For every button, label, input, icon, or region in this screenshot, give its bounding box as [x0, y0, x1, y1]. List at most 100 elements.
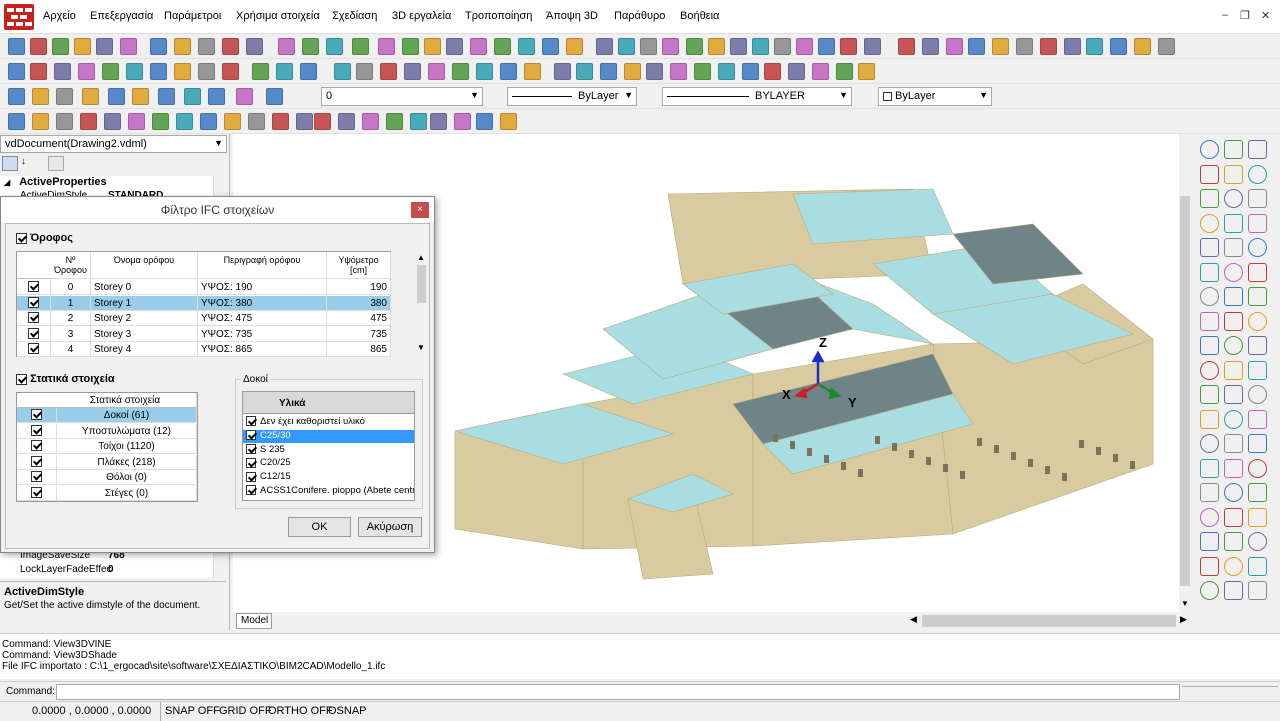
right-tool-icon[interactable]	[1248, 287, 1267, 306]
column-header[interactable]: Nº Όροφου	[51, 252, 91, 279]
menu-draw[interactable]: Σχεδίαση	[332, 10, 377, 22]
toolbar-tool-icon[interactable]	[424, 38, 441, 55]
toolbar-tool-icon[interactable]	[380, 63, 397, 80]
toolbar-tool-icon[interactable]	[8, 88, 25, 105]
toolbar-tool-icon[interactable]	[730, 38, 747, 55]
osnap-toggle[interactable]: OSNAP	[328, 705, 367, 717]
scroll-right-icon[interactable]: ▶	[1180, 614, 1187, 625]
toolbar-tool-icon[interactable]	[386, 113, 403, 130]
menu-parameters[interactable]: Παράμετροι	[164, 10, 221, 22]
toolbar-tool-icon[interactable]	[246, 38, 263, 55]
toolbar-tool-icon[interactable]	[694, 63, 711, 80]
right-tool-icon[interactable]	[1224, 140, 1243, 159]
right-tool-icon[interactable]	[1248, 385, 1267, 404]
right-tool-icon[interactable]	[1200, 287, 1219, 306]
right-tool-icon[interactable]	[1200, 507, 1219, 527]
lineweight-select[interactable]: BYLAYER ▼	[662, 87, 852, 106]
right-tool-icon[interactable]	[1200, 385, 1219, 404]
toolbar-tool-icon[interactable]	[176, 113, 193, 130]
toolbar-tool-icon[interactable]	[992, 38, 1009, 55]
column-header[interactable]: Όνομα ορόφου	[91, 252, 198, 279]
scroll-thumb[interactable]	[417, 265, 426, 303]
right-tool-icon[interactable]	[1200, 164, 1219, 184]
toolbar-tool-icon[interactable]	[52, 38, 69, 55]
checkbox-checked-icon[interactable]	[246, 444, 256, 455]
right-tool-icon[interactable]	[1248, 262, 1267, 282]
toolbar-tool-icon[interactable]	[524, 63, 541, 80]
toolbar-tool-icon[interactable]	[150, 38, 167, 55]
checkbox-checked-icon[interactable]	[246, 457, 256, 468]
toolbar-tool-icon[interactable]	[686, 38, 703, 55]
column-header[interactable]: Στατικά στοιχεία	[17, 393, 197, 408]
layer-select[interactable]: 0 ▼	[321, 87, 483, 106]
right-tool-icon[interactable]	[1200, 434, 1219, 453]
toolbar-tool-icon[interactable]	[600, 63, 617, 80]
property-row[interactable]: LockLayerFadeEffec 0	[0, 564, 226, 578]
toolbar-tool-icon[interactable]	[184, 88, 201, 105]
toolbar-tool-icon[interactable]	[446, 38, 463, 55]
toolbar-tool-icon[interactable]	[640, 38, 657, 55]
toolbar-tool-icon[interactable]	[378, 38, 395, 55]
toolbar-tool-icon[interactable]	[208, 88, 225, 105]
row-checkbox[interactable]	[17, 454, 57, 470]
right-tool-icon[interactable]	[1248, 458, 1267, 478]
toolbar-tool-icon[interactable]	[922, 38, 939, 55]
toolbar-tool-icon[interactable]	[252, 63, 269, 80]
right-tool-icon[interactable]	[1248, 434, 1267, 453]
table-row[interactable]: 3 Storey 3 ΥΨΟΣ: 735 735	[17, 326, 391, 342]
categorized-icon[interactable]	[2, 156, 18, 171]
menu-file[interactable]: Αρχείο	[43, 10, 76, 22]
right-tool-icon[interactable]	[1200, 213, 1219, 233]
toolbar-tool-icon[interactable]	[120, 38, 137, 55]
toolbar-tool-icon[interactable]	[276, 63, 293, 80]
horizontal-scroll-thumb[interactable]	[922, 615, 1176, 627]
toolbar-tool-icon[interactable]	[670, 63, 687, 80]
linetype-select[interactable]: ByLayer ▼	[507, 87, 637, 106]
toolbar-tool-icon[interactable]	[104, 113, 121, 130]
toolbar-tool-icon[interactable]	[1064, 38, 1081, 55]
toolbar-tool-icon[interactable]	[30, 63, 47, 80]
toolbar-tool-icon[interactable]	[362, 113, 379, 130]
table-row[interactable]: Θόλοι (0)	[17, 470, 197, 485]
horizontal-scrollbar[interactable]: ◀ ▶	[910, 613, 1188, 629]
toolbar-tool-icon[interactable]	[78, 63, 95, 80]
right-tool-icon[interactable]	[1248, 581, 1267, 600]
toolbar-tool-icon[interactable]	[430, 113, 447, 130]
table-row[interactable]: Υποστυλώματα (12)	[17, 423, 197, 439]
toolbar-tool-icon[interactable]	[32, 88, 49, 105]
toolbar-tool-icon[interactable]	[80, 113, 97, 130]
material-row[interactable]: C20/25	[243, 457, 414, 471]
toolbar-tool-icon[interactable]	[500, 63, 517, 80]
toolbar-tool-icon[interactable]	[968, 38, 985, 55]
toolbar-tool-icon[interactable]	[8, 63, 25, 80]
toolbar-tool-icon[interactable]	[410, 113, 427, 130]
right-tool-icon[interactable]	[1200, 189, 1219, 208]
row-checkbox[interactable]	[17, 326, 51, 342]
menu-help[interactable]: Βοήθεια	[680, 10, 719, 22]
right-tool-icon[interactable]	[1200, 532, 1219, 551]
menu-modify[interactable]: Τροποποίηση	[465, 10, 532, 22]
right-tool-icon[interactable]	[1224, 483, 1243, 502]
toolbar-tool-icon[interactable]	[222, 38, 239, 55]
chevron-up-icon[interactable]: ▲	[417, 253, 425, 262]
right-tool-icon[interactable]	[1224, 287, 1243, 306]
toolbar-tool-icon[interactable]	[96, 38, 113, 55]
right-tool-icon[interactable]	[1200, 360, 1219, 380]
right-tool-icon[interactable]	[1248, 360, 1267, 380]
toolbar-tool-icon[interactable]	[836, 63, 853, 80]
toolbar-tool-icon[interactable]	[222, 63, 239, 80]
toolbar-tool-icon[interactable]	[128, 113, 145, 130]
right-tool-icon[interactable]	[1200, 483, 1219, 502]
toolbar-tool-icon[interactable]	[470, 38, 487, 55]
dialog-close-button[interactable]: ×	[411, 202, 429, 218]
table-row[interactable]: Στέγες (0)	[17, 485, 197, 501]
ortho-toggle[interactable]: ORTHO OFF	[268, 705, 333, 717]
column-header[interactable]: Υψόμετρο [cm]	[327, 252, 391, 279]
row-checkbox[interactable]	[17, 280, 51, 295]
menu-window[interactable]: Παράθυρο	[614, 10, 665, 22]
right-tool-icon[interactable]	[1248, 507, 1267, 527]
toolbar-tool-icon[interactable]	[300, 63, 317, 80]
toolbar-tool-icon[interactable]	[818, 38, 835, 55]
right-tool-icon[interactable]	[1224, 336, 1243, 355]
toolbar-tool-icon[interactable]	[1016, 38, 1033, 55]
